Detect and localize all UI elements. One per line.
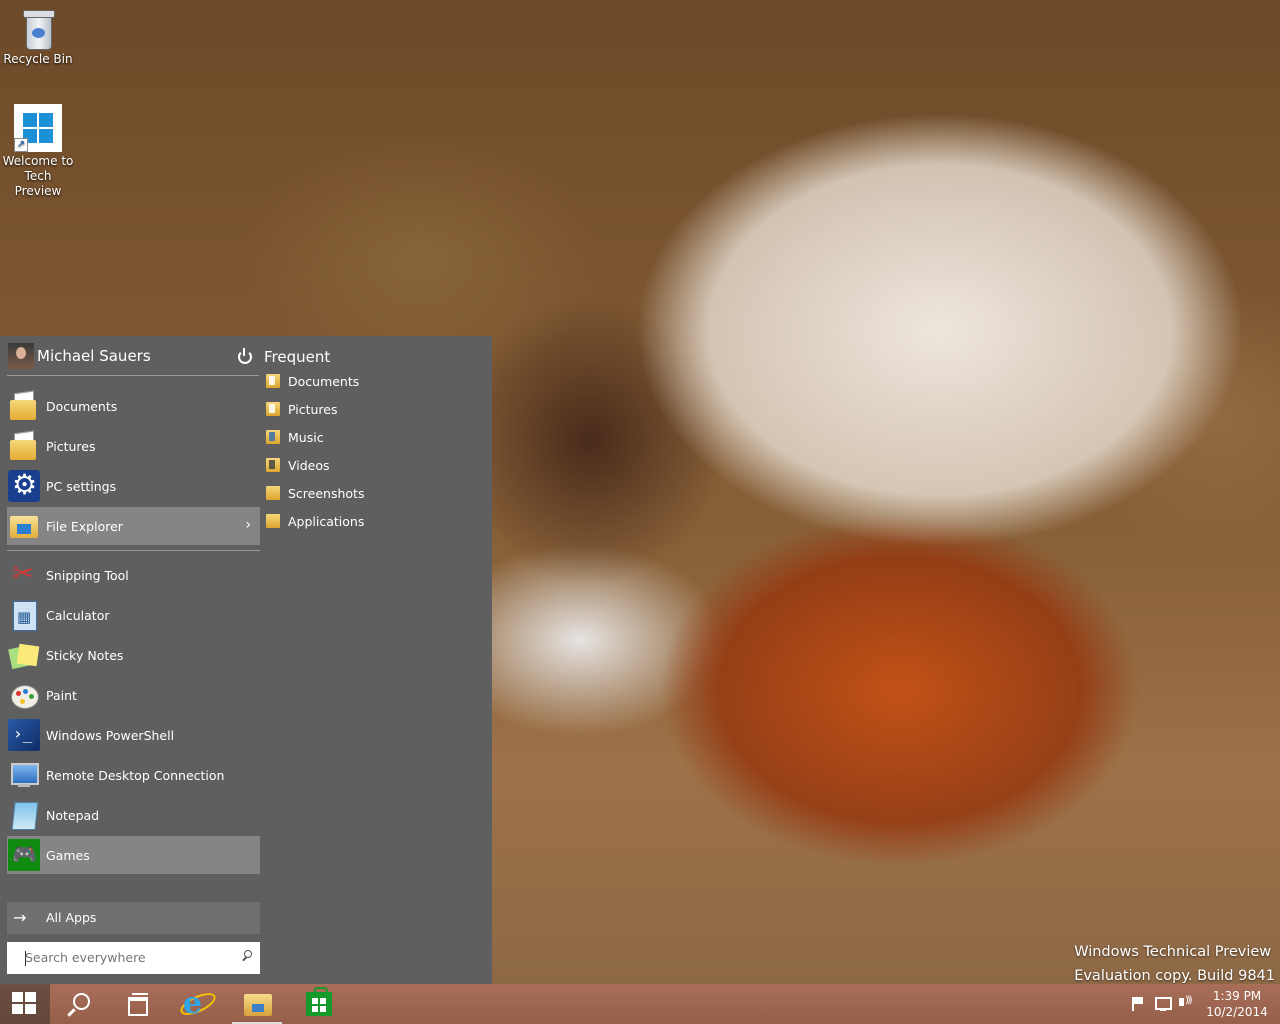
start-item-pc-settings[interactable]: PC settings: [7, 467, 260, 505]
avatar: [8, 343, 34, 369]
search-icon[interactable]: [242, 950, 252, 960]
store-bag-icon: [306, 987, 332, 1016]
start-item-label: Paint: [46, 688, 77, 703]
file-explorer-icon: [8, 510, 40, 542]
start-item-label: Sticky Notes: [46, 648, 124, 663]
watermark-line1: Windows Technical Preview: [1074, 944, 1272, 960]
internet-explorer-button[interactable]: e: [170, 984, 224, 1024]
frequent-item-label: Videos: [288, 458, 330, 473]
start-item-sticky-notes[interactable]: Sticky Notes: [7, 636, 260, 674]
desktop-icon-welcome-tech-preview[interactable]: ↗ Welcome to Tech Preview: [0, 104, 76, 199]
clock[interactable]: 1:39 PM 10/2/2014: [1204, 988, 1270, 1020]
start-item-notepad[interactable]: Notepad: [7, 796, 260, 834]
start-item-label: Snipping Tool: [46, 568, 129, 583]
desktop-icon-label-line1: Welcome to: [2, 154, 74, 168]
network-icon[interactable]: [1152, 984, 1172, 1024]
user-name: Michael Sauers: [37, 347, 151, 365]
windows-logo-icon: ↗: [14, 104, 62, 152]
documents-folder-icon: [266, 374, 280, 388]
desktop-icon-label-line2: Tech Preview: [14, 169, 62, 198]
clock-time: 1:39 PM: [1212, 989, 1262, 1003]
folder-icon: [266, 514, 280, 528]
start-item-label: Remote Desktop Connection: [46, 768, 225, 783]
start-item-label: Games: [46, 848, 90, 863]
powershell-icon: [8, 719, 40, 751]
start-item-snipping-tool[interactable]: Snipping Tool: [7, 556, 260, 594]
remote-desktop-icon: [8, 759, 40, 791]
start-item-games[interactable]: Games: [7, 836, 260, 874]
clock-date: 10/2/2014: [1206, 1005, 1268, 1019]
task-view-button[interactable]: [110, 984, 164, 1024]
windows-logo-icon: [12, 992, 38, 1016]
start-item-label: Pictures: [46, 439, 96, 454]
documents-folder-icon: [8, 390, 40, 422]
start-item-remote-desktop[interactable]: Remote Desktop Connection: [7, 756, 260, 794]
action-center-flag-icon[interactable]: [1128, 984, 1146, 1024]
start-item-calculator[interactable]: Calculator: [7, 596, 260, 634]
divider: [7, 550, 260, 551]
build-watermark: Windows Technical Preview Evaluation cop…: [1074, 940, 1275, 988]
gamepad-icon: [8, 839, 40, 871]
scissors-icon: [8, 559, 40, 591]
start-menu: Michael Sauers Frequent Documents Pictur…: [0, 336, 492, 984]
frequent-heading: Frequent: [264, 348, 331, 366]
frequent-item-label: Applications: [288, 514, 365, 529]
paint-palette-icon: [8, 679, 40, 711]
all-apps-label: All Apps: [46, 910, 97, 925]
power-icon[interactable]: [236, 347, 256, 367]
frequent-item-label: Pictures: [288, 402, 338, 417]
search-button[interactable]: [52, 984, 106, 1024]
search-input[interactable]: [9, 946, 235, 968]
start-item-label: Documents: [46, 399, 118, 414]
shortcut-arrow-icon: ↗: [14, 138, 28, 152]
music-folder-icon: [266, 430, 280, 444]
chevron-right-icon[interactable]: ›: [245, 517, 251, 533]
pictures-folder-icon: [8, 430, 40, 462]
file-explorer-button[interactable]: [230, 984, 284, 1024]
frequent-item-label: Music: [288, 430, 324, 445]
volume-icon[interactable]: [1176, 984, 1198, 1024]
start-item-label: File Explorer: [46, 519, 123, 534]
start-item-label: Notepad: [46, 808, 100, 823]
start-search-box[interactable]: [7, 942, 260, 974]
start-item-windows-powershell[interactable]: Windows PowerShell: [7, 716, 260, 754]
start-item-documents[interactable]: Documents: [7, 387, 260, 425]
all-apps-button[interactable]: → All Apps: [7, 902, 260, 934]
folder-icon: [266, 486, 280, 500]
videos-folder-icon: [266, 458, 280, 472]
start-item-label: Calculator: [46, 608, 110, 623]
frequent-item-label: Screenshots: [288, 486, 365, 501]
calculator-icon: [8, 599, 40, 631]
start-item-paint[interactable]: Paint: [7, 676, 260, 714]
gear-icon: [8, 468, 40, 502]
start-item-label: PC settings: [46, 479, 117, 494]
pictures-folder-icon: [266, 402, 280, 416]
desktop-icon-recycle-bin[interactable]: Recycle Bin: [0, 6, 76, 67]
start-item-label: Windows PowerShell: [46, 728, 175, 743]
store-button[interactable]: [292, 984, 346, 1024]
recycle-bin-icon: [21, 6, 55, 50]
internet-explorer-icon: e: [183, 986, 203, 1021]
sticky-notes-icon: [8, 639, 40, 671]
arrow-right-icon: →: [13, 908, 27, 927]
notepad-icon: [8, 799, 40, 831]
frequent-item-label: Documents: [288, 374, 360, 389]
start-item-file-explorer[interactable]: File Explorer ›: [7, 507, 260, 545]
start-item-pictures[interactable]: Pictures: [7, 427, 260, 465]
desktop-icon-label: Recycle Bin: [3, 52, 73, 66]
taskbar: e 1:39 PM 10/2/2014: [0, 984, 1280, 1024]
user-account[interactable]: Michael Sauers: [7, 343, 259, 376]
start-button[interactable]: [0, 984, 50, 1024]
